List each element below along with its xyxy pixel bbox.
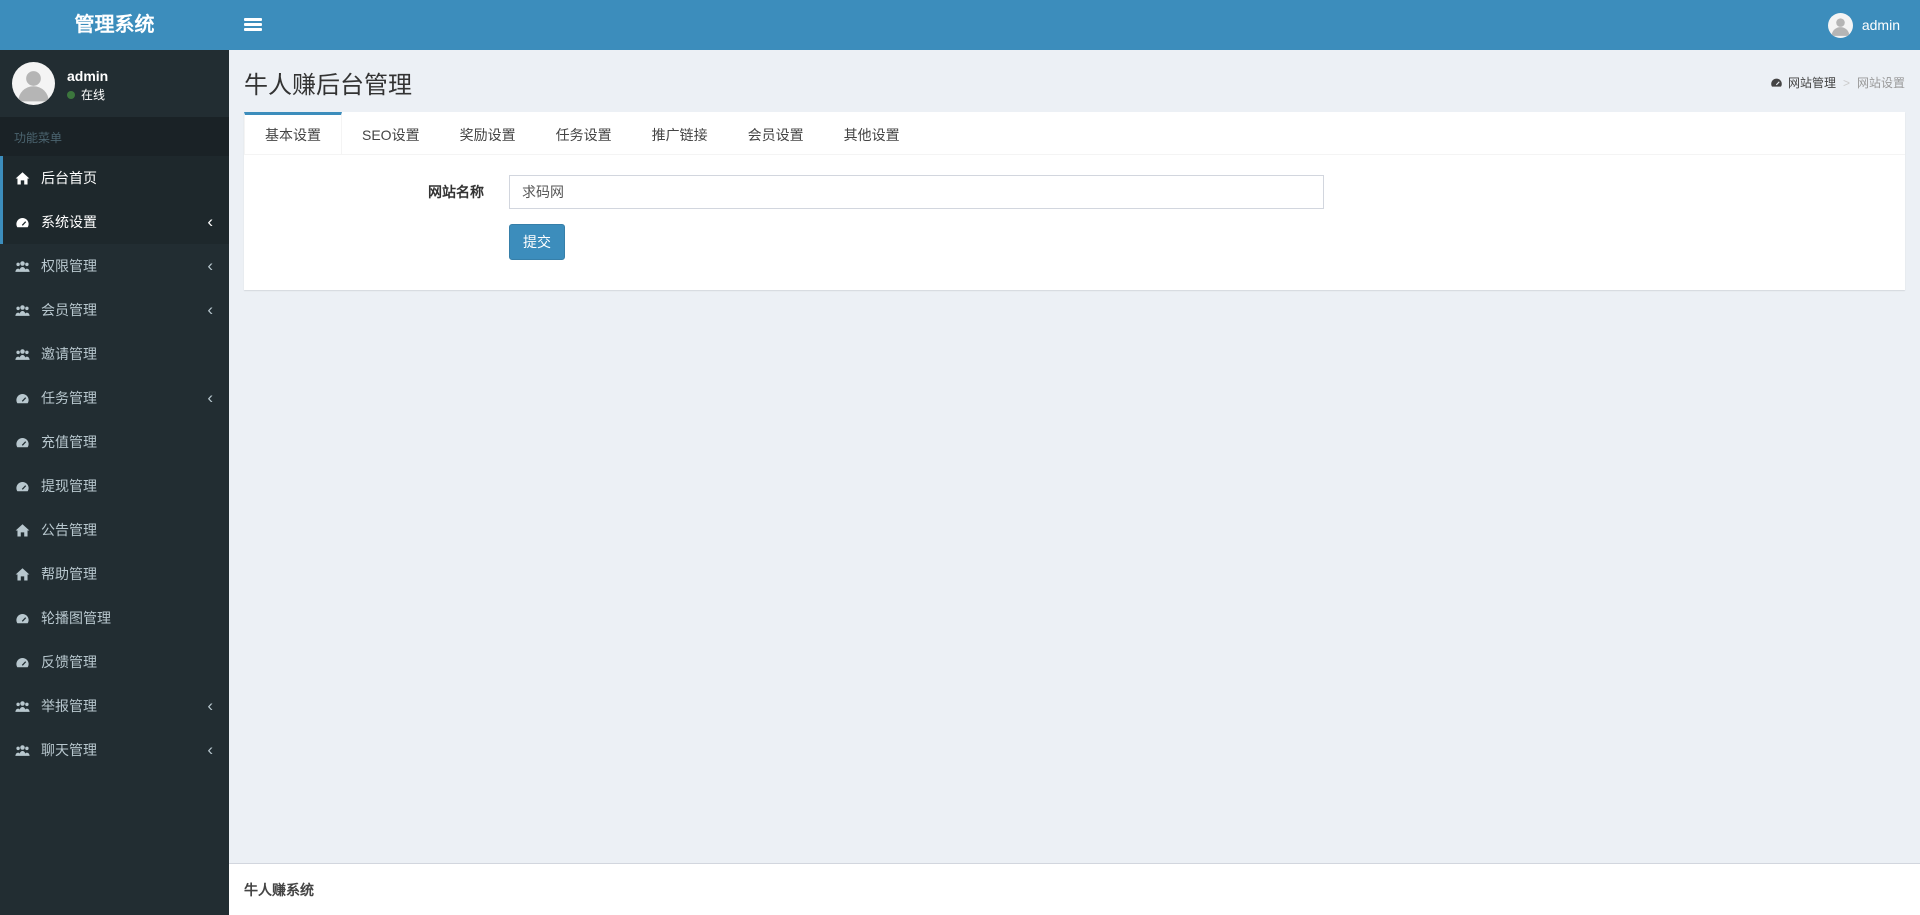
sidebar-item-recharge[interactable]: 充值管理 <box>0 420 229 464</box>
sidebar-item-label: 提现管理 <box>41 478 97 494</box>
tab-task-settings[interactable]: 任务设置 <box>536 112 632 154</box>
sidebar-item-withdrawals[interactable]: 提现管理 <box>0 464 229 508</box>
tab-member-settings[interactable]: 会员设置 <box>728 112 824 154</box>
tab-other-settings[interactable]: 其他设置 <box>824 112 920 154</box>
sidebar-user-panel: admin 在线 <box>0 50 229 117</box>
chevron-left-icon: ‹ <box>207 739 213 759</box>
sidebar-item-label: 会员管理 <box>41 302 97 318</box>
sidebar-user-name: admin <box>67 68 109 84</box>
sidebar-item-label: 后台首页 <box>41 170 97 186</box>
dashboard-icon <box>15 435 41 450</box>
home-icon <box>15 523 41 538</box>
tab-reward-settings[interactable]: 奖励设置 <box>440 112 536 154</box>
avatar <box>1827 12 1853 38</box>
sidebar-menu: 后台首页 系统设置 ‹ 权限管理 ‹ 会员管理 ‹ 邀请管理 任务管理 ‹ 充值… <box>0 156 229 772</box>
sidebar-item-permissions[interactable]: 权限管理 ‹ <box>0 244 229 288</box>
users-icon <box>15 743 41 758</box>
users-icon <box>15 347 41 362</box>
sidebar: admin 在线 功能菜单 后台首页 系统设置 ‹ 权限管理 ‹ 会员管理 ‹ <box>0 50 229 915</box>
breadcrumb-parent-link[interactable]: 网站管理 <box>1770 74 1836 91</box>
sidebar-item-reports[interactable]: 举报管理 ‹ <box>0 684 229 728</box>
dashboard-icon <box>15 655 41 670</box>
home-icon <box>15 567 41 582</box>
sidebar-item-carousel[interactable]: 轮播图管理 <box>0 596 229 640</box>
sidebar-item-home[interactable]: 后台首页 <box>0 156 229 200</box>
sidebar-item-chat[interactable]: 聊天管理 ‹ <box>0 728 229 772</box>
sidebar-item-label: 帮助管理 <box>41 566 97 582</box>
sidebar-section-label: 功能菜单 <box>0 117 229 156</box>
content-area: 牛人赚后台管理 网站管理 > 网站设置 基本设置 SEO设置 奖励设置 任务设置… <box>229 50 1920 863</box>
breadcrumb-parent-label: 网站管理 <box>1787 76 1836 90</box>
submit-button[interactable]: 提交 <box>509 224 565 260</box>
sidebar-item-label: 反馈管理 <box>41 654 97 670</box>
dashboard-icon <box>1771 78 1782 87</box>
tab-basic-settings[interactable]: 基本设置 <box>244 112 342 154</box>
sidebar-item-label: 举报管理 <box>41 698 97 714</box>
chevron-left-icon: ‹ <box>207 211 213 231</box>
hamburger-icon <box>244 18 262 33</box>
sidebar-item-label: 邀请管理 <box>41 346 97 362</box>
online-dot-icon <box>67 90 75 99</box>
chevron-left-icon: ‹ <box>207 255 213 275</box>
breadcrumb-current: 网站设置 <box>1856 76 1905 90</box>
chevron-left-icon: ‹ <box>207 299 213 319</box>
dashboard-icon <box>15 215 41 230</box>
sidebar-item-label: 权限管理 <box>41 258 97 274</box>
users-icon <box>15 259 41 274</box>
tab-content: 网站名称 提交 <box>244 155 1905 290</box>
footer-text: 牛人赚系统 <box>244 882 314 898</box>
tab-bar: 基本设置 SEO设置 奖励设置 任务设置 推广链接 会员设置 其他设置 <box>244 112 1905 155</box>
dashboard-icon <box>15 391 41 406</box>
chevron-left-icon: ‹ <box>207 695 213 715</box>
user-menu[interactable]: admin <box>1820 0 1908 50</box>
sidebar-item-label: 公告管理 <box>41 522 97 538</box>
user-status-label: 在线 <box>81 88 106 102</box>
content-header: 牛人赚后台管理 网站管理 > 网站设置 <box>229 50 1920 112</box>
dashboard-icon <box>15 611 41 626</box>
top-navbar: 管理系统 admin <box>0 0 1920 50</box>
user-menu-label: admin <box>1861 17 1900 33</box>
settings-panel: 基本设置 SEO设置 奖励设置 任务设置 推广链接 会员设置 其他设置 网站名称… <box>244 112 1905 290</box>
sidebar-item-label: 系统设置 <box>41 214 97 230</box>
tab-seo-settings[interactable]: SEO设置 <box>342 112 440 154</box>
sidebar-item-feedback[interactable]: 反馈管理 <box>0 640 229 684</box>
sidebar-item-invites[interactable]: 邀请管理 <box>0 332 229 376</box>
breadcrumb-separator: > <box>1842 75 1850 90</box>
site-name-input[interactable] <box>509 175 1324 209</box>
user-status[interactable]: 在线 <box>67 86 108 103</box>
chevron-left-icon: ‹ <box>207 387 213 407</box>
home-icon <box>15 171 41 186</box>
tab-promo-links[interactable]: 推广链接 <box>632 112 728 154</box>
sidebar-item-announcements[interactable]: 公告管理 <box>0 508 229 552</box>
page-title: 牛人赚后台管理 <box>244 72 412 99</box>
sidebar-toggle-button[interactable] <box>229 0 277 50</box>
users-icon <box>15 303 41 318</box>
sidebar-item-help[interactable]: 帮助管理 <box>0 552 229 596</box>
users-icon <box>15 699 41 714</box>
sidebar-item-members[interactable]: 会员管理 ‹ <box>0 288 229 332</box>
sidebar-item-label: 轮播图管理 <box>41 610 111 626</box>
sidebar-item-tasks[interactable]: 任务管理 ‹ <box>0 376 229 420</box>
dashboard-icon <box>15 479 41 494</box>
avatar[interactable] <box>12 62 55 105</box>
sidebar-item-label: 任务管理 <box>41 390 97 406</box>
app-logo[interactable]: 管理系统 <box>0 0 229 50</box>
sidebar-item-label: 聊天管理 <box>41 742 97 758</box>
sidebar-item-system-settings[interactable]: 系统设置 ‹ <box>0 200 229 244</box>
sidebar-item-label: 充值管理 <box>41 434 97 450</box>
main-footer: 牛人赚系统 <box>229 863 1920 915</box>
site-name-label: 网站名称 <box>428 184 484 200</box>
breadcrumb: 网站管理 > 网站设置 <box>1770 74 1905 91</box>
